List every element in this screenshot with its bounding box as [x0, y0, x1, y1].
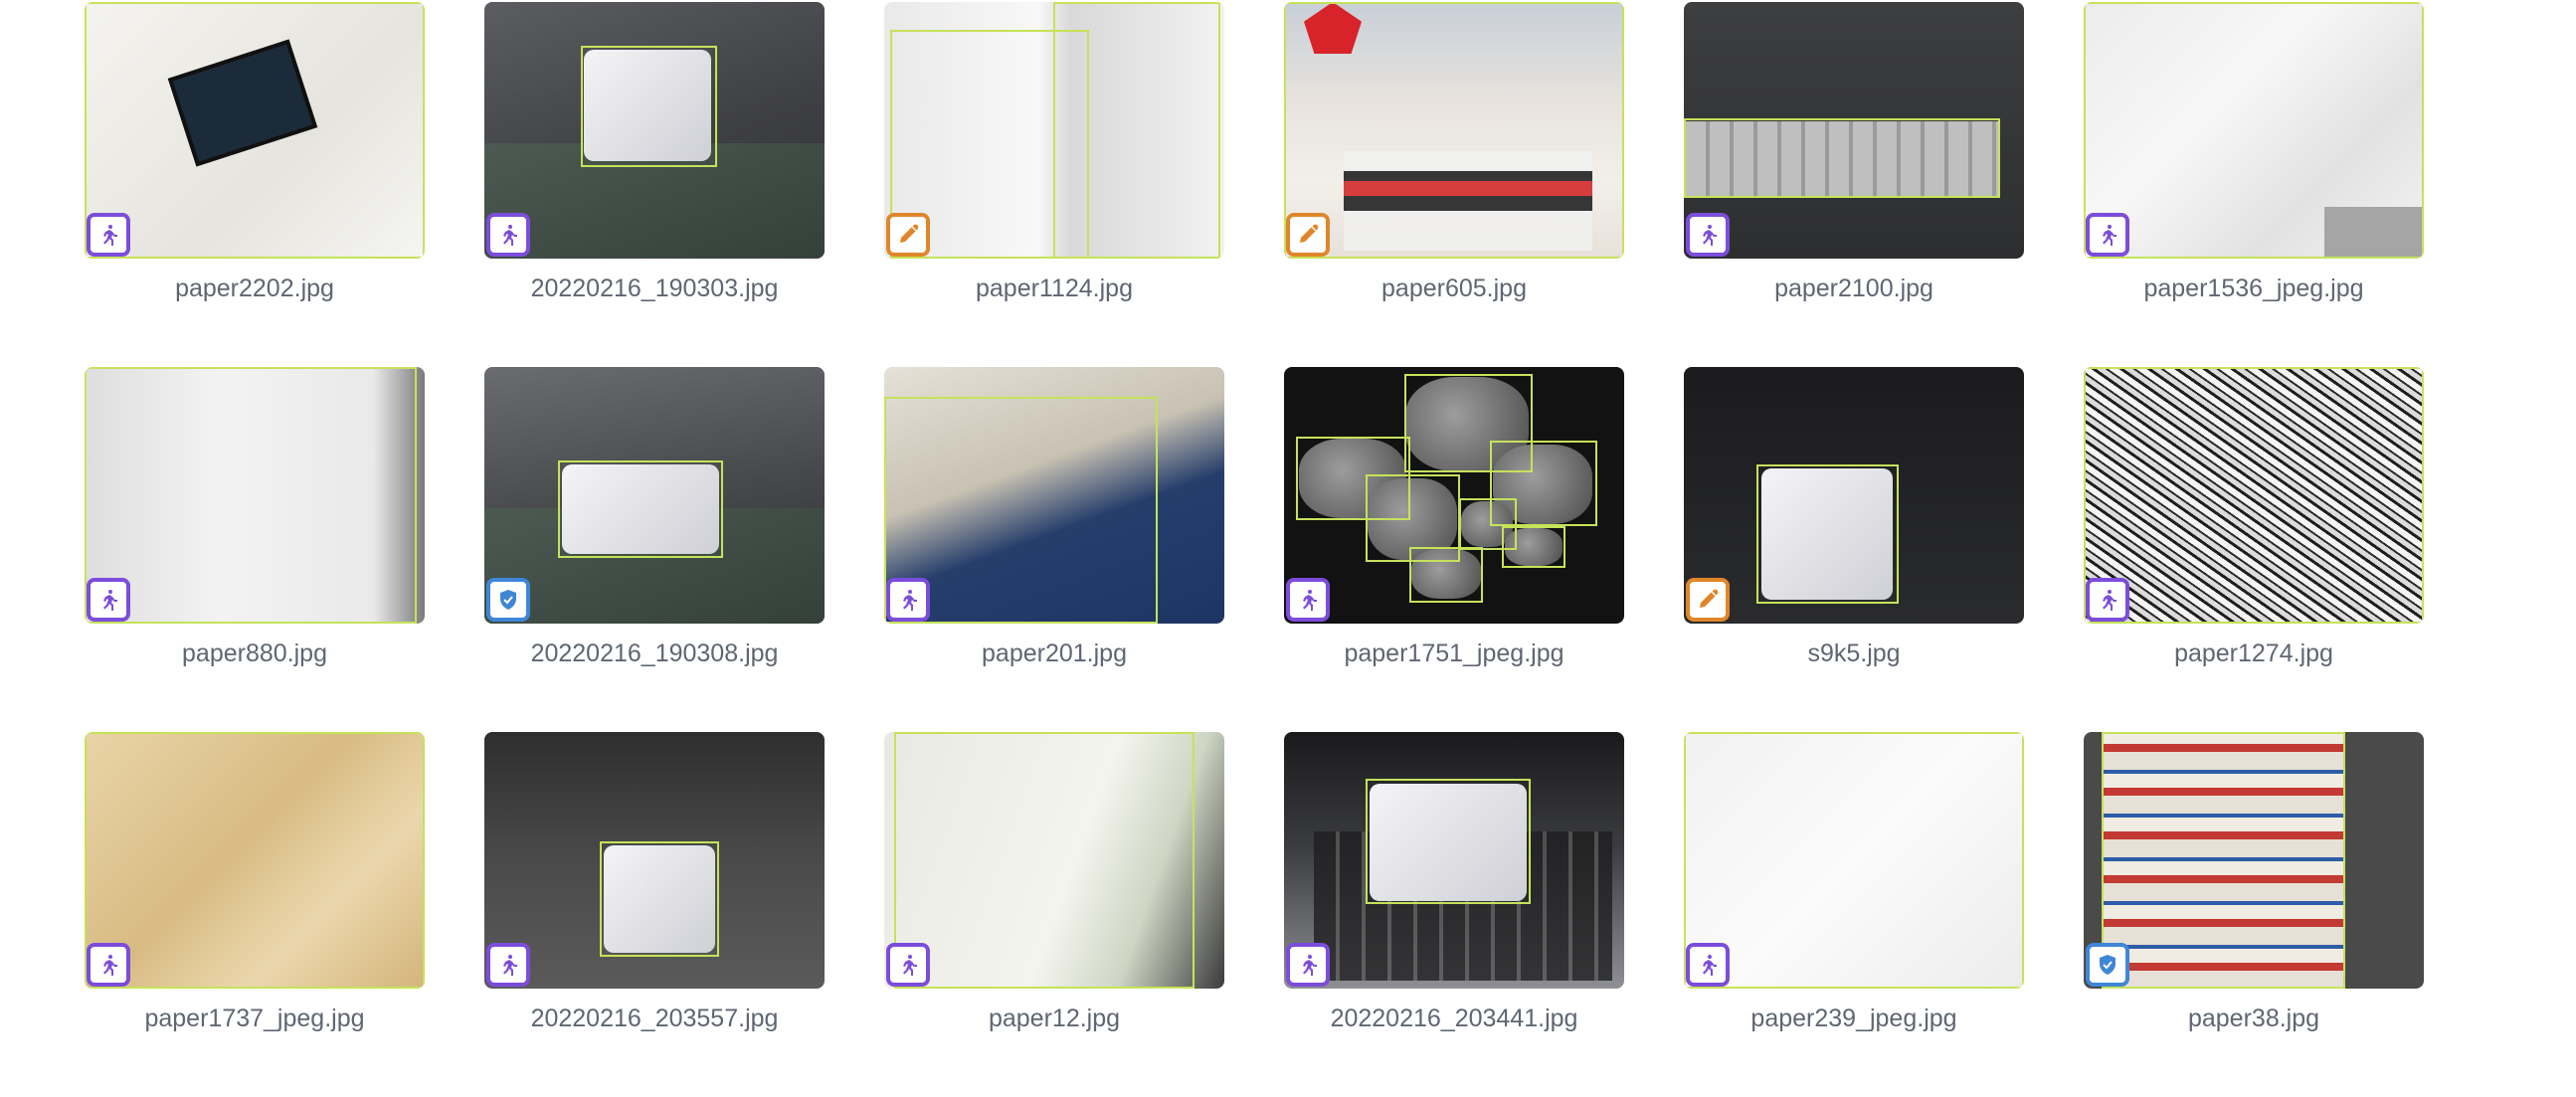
image-filename: paper239_jpeg.jpg: [1750, 1005, 1957, 1032]
annotation-box: [558, 460, 723, 558]
image-filename: 20220216_190303.jpg: [530, 274, 779, 302]
image-thumbnail[interactable]: [85, 732, 425, 989]
image-card[interactable]: paper1124.jpg: [884, 2, 1224, 367]
image-thumbnail[interactable]: [1684, 732, 2024, 989]
running-person-icon: [2086, 578, 2129, 622]
pencil-icon: [1686, 578, 1730, 622]
pencil-icon: [1286, 213, 1330, 257]
annotation-box: [85, 2, 425, 259]
image-grid: paper2202.jpg 20220216_190303.jpg paper1…: [85, 2, 2424, 1097]
image-thumbnail[interactable]: [1284, 732, 1624, 989]
image-thumbnail[interactable]: [1684, 367, 2024, 624]
image-card[interactable]: paper38.jpg: [2084, 732, 2424, 1097]
image-filename: 20220216_203441.jpg: [1330, 1005, 1578, 1032]
image-card[interactable]: paper201.jpg: [884, 367, 1224, 732]
image-card[interactable]: paper1274.jpg: [2084, 367, 2424, 732]
image-filename: paper1274.jpg: [2174, 640, 2333, 667]
image-thumbnail[interactable]: [484, 732, 825, 989]
annotation-box: [1756, 464, 1899, 604]
image-card[interactable]: 20220216_203557.jpg: [484, 732, 825, 1097]
annotation-box: [85, 367, 417, 624]
image-thumbnail[interactable]: [884, 367, 1224, 624]
annotation-box: [85, 732, 425, 989]
image-filename: paper12.jpg: [988, 1005, 1121, 1032]
image-thumbnail[interactable]: [85, 367, 425, 624]
image-card[interactable]: 20220216_190308.jpg: [484, 367, 825, 732]
image-card[interactable]: paper605.jpg: [1284, 2, 1624, 367]
image-thumbnail[interactable]: [1684, 2, 2024, 259]
image-filename: 20220216_203557.jpg: [530, 1005, 779, 1032]
annotation-box: [2102, 732, 2345, 989]
image-filename: paper1751_jpeg.jpg: [1344, 640, 1564, 667]
running-person-icon: [886, 578, 930, 622]
image-card[interactable]: paper1751_jpeg.jpg: [1284, 367, 1624, 732]
image-card[interactable]: paper239_jpeg.jpg: [1684, 732, 2024, 1097]
annotation-box: [1053, 2, 1220, 259]
image-card[interactable]: paper2202.jpg: [85, 2, 425, 367]
image-thumbnail[interactable]: [1284, 2, 1624, 259]
image-card[interactable]: paper2100.jpg: [1684, 2, 2024, 367]
annotation-box: [1684, 732, 2024, 989]
image-card[interactable]: 20220216_203441.jpg: [1284, 732, 1624, 1097]
running-person-icon: [886, 943, 930, 987]
annotation-box: [1284, 2, 1624, 259]
image-card[interactable]: 20220216_190303.jpg: [484, 2, 825, 367]
annotation-box: [1366, 779, 1531, 904]
image-thumbnail[interactable]: [884, 2, 1224, 259]
annotation-box: [1409, 547, 1483, 603]
running-person-icon: [87, 578, 130, 622]
image-filename: paper1737_jpeg.jpg: [144, 1005, 365, 1032]
pencil-icon: [886, 213, 930, 257]
image-card[interactable]: paper12.jpg: [884, 732, 1224, 1097]
image-card[interactable]: paper1737_jpeg.jpg: [85, 732, 425, 1097]
image-filename: 20220216_190308.jpg: [530, 640, 779, 667]
image-thumbnail[interactable]: [1284, 367, 1624, 624]
running-person-icon: [1286, 943, 1330, 987]
annotation-box: [2084, 2, 2424, 259]
image-thumbnail[interactable]: [484, 2, 825, 259]
image-card[interactable]: paper880.jpg: [85, 367, 425, 732]
image-filename: paper880.jpg: [182, 640, 327, 667]
running-person-icon: [486, 943, 530, 987]
image-filename: paper2100.jpg: [1774, 274, 1933, 302]
running-person-icon: [486, 213, 530, 257]
shield-check-icon: [2086, 943, 2129, 987]
annotation-box: [600, 841, 719, 957]
image-thumbnail[interactable]: [2084, 2, 2424, 259]
image-filename: paper605.jpg: [1381, 274, 1527, 302]
running-person-icon: [87, 213, 130, 257]
image-card[interactable]: s9k5.jpg: [1684, 367, 2024, 732]
annotation-box: [894, 732, 1195, 989]
running-person-icon: [87, 943, 130, 987]
running-person-icon: [2086, 213, 2129, 257]
annotation-box: [2084, 367, 2424, 624]
image-thumbnail[interactable]: [484, 367, 825, 624]
image-card[interactable]: paper1536_jpeg.jpg: [2084, 2, 2424, 367]
image-filename: paper2202.jpg: [175, 274, 334, 302]
shield-check-icon: [486, 578, 530, 622]
running-person-icon: [1686, 943, 1730, 987]
annotation-box: [1684, 118, 2000, 198]
annotation-box: [581, 46, 717, 167]
image-filename: paper1124.jpg: [975, 274, 1133, 302]
image-thumbnail[interactable]: [85, 2, 425, 259]
image-filename: paper1536_jpeg.jpg: [2143, 274, 2364, 302]
image-thumbnail[interactable]: [2084, 367, 2424, 624]
image-filename: paper201.jpg: [982, 640, 1127, 667]
running-person-icon: [1286, 578, 1330, 622]
annotation-box: [1502, 526, 1565, 568]
image-thumbnail[interactable]: [884, 732, 1224, 989]
image-filename: paper38.jpg: [2187, 1005, 2320, 1032]
image-thumbnail[interactable]: [2084, 732, 2424, 989]
running-person-icon: [1686, 213, 1730, 257]
image-filename: s9k5.jpg: [1807, 640, 1901, 667]
